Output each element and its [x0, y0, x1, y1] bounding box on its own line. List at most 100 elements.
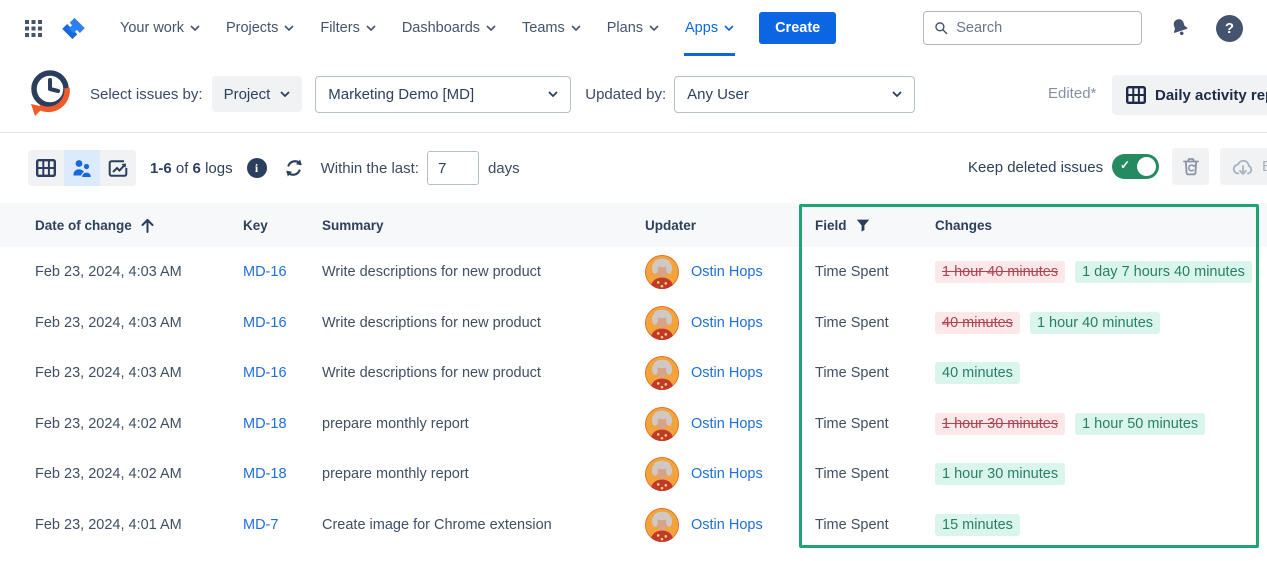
nav-item-dashboards[interactable]: Dashboards — [389, 0, 509, 56]
cell-date: Feb 23, 2024, 4:03 AM — [35, 365, 243, 381]
header-updater[interactable]: Updater — [645, 218, 815, 233]
help-icon[interactable]: ? — [1216, 15, 1243, 42]
nav-item-projects[interactable]: Projects — [213, 0, 307, 56]
trash-button[interactable] — [1172, 148, 1209, 185]
updater-name-link[interactable]: Ostin Hops — [691, 416, 763, 432]
new-value-chip: 15 minutes — [935, 514, 1020, 536]
report-button-label: Daily activity report — [1155, 87, 1267, 104]
header-summary[interactable]: Summary — [322, 218, 645, 233]
info-icon[interactable]: i — [247, 158, 267, 178]
updater-name-link[interactable]: Ostin Hops — [691, 517, 763, 533]
jira-logo-icon[interactable] — [60, 15, 87, 42]
project-select-value: Marketing Demo [MD] — [328, 86, 474, 103]
cell-date: Feb 23, 2024, 4:02 AM — [35, 416, 243, 432]
header-label: Summary — [322, 218, 384, 233]
issue-source-select[interactable]: Project — [212, 76, 303, 112]
nav-item-filters[interactable]: Filters — [307, 0, 388, 56]
toolbar: 1-6 of 6 logs i Within the last: days Ke… — [0, 133, 1267, 203]
people-view-button[interactable] — [64, 150, 100, 186]
activity-clock-logo-icon — [25, 66, 77, 122]
cell-key: MD-18 — [243, 466, 322, 482]
nav-item-apps[interactable]: Apps — [672, 0, 747, 56]
export-button[interactable]: Export — [1220, 148, 1267, 185]
new-value-chip: 1 hour 30 minutes — [935, 463, 1065, 485]
cell-key: MD-16 — [243, 365, 322, 381]
cell-field: Time Spent — [815, 416, 935, 432]
nav-item-label: Your work — [120, 20, 184, 36]
updated-by-value: Any User — [687, 86, 749, 103]
app-switcher-icon[interactable] — [25, 20, 42, 37]
search-input[interactable] — [956, 20, 1131, 36]
refresh-icon[interactable] — [283, 157, 305, 179]
header-date-of-change[interactable]: Date of change — [35, 217, 243, 234]
table-row[interactable]: Feb 23, 2024, 4:02 AM MD-18 prepare mont… — [0, 449, 1267, 500]
cell-date: Feb 23, 2024, 4:01 AM — [35, 517, 243, 533]
old-value-chip: 40 minutes — [935, 312, 1020, 334]
logs-range: 1-6 — [150, 160, 172, 177]
issue-key-link[interactable]: MD-18 — [243, 416, 287, 432]
updater-name-link[interactable]: Ostin Hops — [691, 466, 763, 482]
nav-item-your-work[interactable]: Your work — [107, 0, 213, 56]
cell-key: MD-16 — [243, 264, 322, 280]
daily-activity-report-button[interactable]: Daily activity report — [1112, 75, 1267, 115]
chevron-down-icon — [724, 25, 734, 31]
header-label: Key — [243, 218, 268, 233]
issue-key-link[interactable]: MD-7 — [243, 517, 278, 533]
avatar — [645, 407, 679, 441]
nav-menu: Your work Projects Filters Dashboards Te… — [107, 0, 747, 56]
cell-updater: Ostin Hops — [645, 508, 815, 542]
cell-key: MD-16 — [243, 315, 322, 331]
cell-changes: 40 minutes — [935, 362, 1267, 384]
table-view-button[interactable] — [28, 150, 64, 186]
new-value-chip: 1 hour 50 minutes — [1075, 413, 1205, 435]
avatar — [645, 356, 679, 390]
issue-key-link[interactable]: MD-16 — [243, 264, 287, 280]
header-field[interactable]: Field — [815, 217, 935, 233]
table-row[interactable]: Feb 23, 2024, 4:03 AM MD-16 Write descri… — [0, 247, 1267, 298]
keep-deleted-toggle[interactable]: ✓ — [1112, 154, 1159, 179]
chevron-down-icon — [190, 25, 200, 31]
cell-date: Feb 23, 2024, 4:03 AM — [35, 315, 243, 331]
cell-changes: 1 hour 30 minutes — [935, 463, 1267, 485]
chevron-down-icon — [366, 25, 376, 31]
view-switcher — [28, 150, 136, 186]
avatar — [645, 457, 679, 491]
avatar — [645, 306, 679, 340]
updater-name-link[interactable]: Ostin Hops — [691, 365, 763, 381]
updater-name-link[interactable]: Ostin Hops — [691, 315, 763, 331]
export-button-label: Export — [1262, 158, 1267, 175]
old-value-chip: 1 hour 30 minutes — [935, 413, 1065, 435]
new-value-chip: 1 hour 40 minutes — [1030, 312, 1160, 334]
header-key[interactable]: Key — [243, 218, 322, 233]
logs-count: 1-6 of 6 logs — [150, 160, 233, 177]
chart-view-button[interactable] — [100, 150, 136, 186]
chart-view-icon — [108, 159, 128, 178]
nav-item-plans[interactable]: Plans — [594, 0, 672, 56]
table-row[interactable]: Feb 23, 2024, 4:03 AM MD-16 Write descri… — [0, 348, 1267, 399]
updater-name-link[interactable]: Ostin Hops — [691, 264, 763, 280]
notifications-bell-icon[interactable] — [1168, 16, 1192, 40]
cell-key: MD-7 — [243, 517, 322, 533]
header-changes[interactable]: Changes — [935, 218, 1267, 233]
cell-changes: 1 hour 30 minutes 1 hour 50 minutes — [935, 413, 1267, 435]
search-box[interactable] — [923, 11, 1142, 45]
issue-key-link[interactable]: MD-16 — [243, 315, 287, 331]
cell-summary: Write descriptions for new product — [322, 365, 645, 381]
nav-item-teams[interactable]: Teams — [509, 0, 594, 56]
table-row[interactable]: Feb 23, 2024, 4:03 AM MD-16 Write descri… — [0, 298, 1267, 349]
create-button[interactable]: Create — [759, 12, 836, 44]
table-row[interactable]: Feb 23, 2024, 4:01 AM MD-7 Create image … — [0, 500, 1267, 551]
table-row[interactable]: Feb 23, 2024, 4:02 AM MD-18 prepare mont… — [0, 399, 1267, 450]
new-value-chip: 40 minutes — [935, 362, 1020, 384]
cell-field: Time Spent — [815, 365, 935, 381]
toggle-check-icon: ✓ — [1120, 158, 1130, 172]
days-input[interactable] — [427, 151, 479, 185]
filter-bar: Select issues by: Project Marketing Demo… — [0, 56, 1267, 133]
filter-funnel-icon[interactable] — [855, 217, 871, 233]
issue-key-link[interactable]: MD-16 — [243, 365, 287, 381]
issue-key-link[interactable]: MD-18 — [243, 466, 287, 482]
table-header: Date of change Key Summary Updater Field… — [0, 203, 1267, 247]
table-view-icon — [36, 159, 56, 177]
project-select[interactable]: Marketing Demo [MD] — [315, 76, 571, 113]
updated-by-select[interactable]: Any User — [674, 76, 915, 113]
